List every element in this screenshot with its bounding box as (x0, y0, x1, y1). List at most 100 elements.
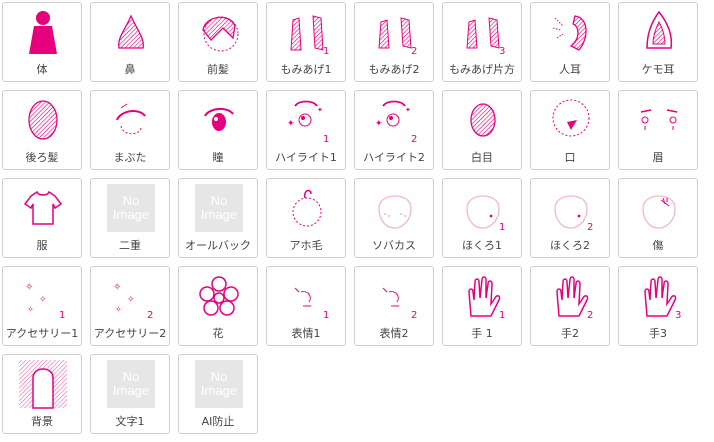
part-tile[interactable]: 2 ほくろ2 (530, 178, 610, 258)
part-tile[interactable]: まぶた (90, 90, 170, 170)
eye-white-icon (457, 96, 509, 144)
svg-text:✧: ✧ (127, 295, 135, 305)
part-tile-label: AI防止 (201, 415, 235, 428)
svg-text:1: 1 (499, 310, 505, 321)
part-tile[interactable]: 1 表情1 (266, 266, 346, 346)
part-tile[interactable]: 人耳 (530, 2, 610, 82)
svg-text:1: 1 (59, 310, 65, 321)
svg-text:2: 2 (411, 134, 417, 145)
part-tile-label: 手3 (649, 327, 667, 340)
part-tile-label: 手2 (561, 327, 579, 340)
part-tile-label: 服 (36, 239, 48, 252)
part-tile[interactable]: No Image 文字1 (90, 354, 170, 434)
part-tile[interactable]: No Image 二重 (90, 178, 170, 258)
svg-text:✧: ✧ (27, 305, 34, 314)
no-image-text: Image (112, 383, 150, 398)
no-image-placeholder-box: No Image (195, 184, 243, 232)
part-tile[interactable]: 服 (2, 178, 82, 258)
part-tile[interactable]: 瞳 (178, 90, 258, 170)
part-tile[interactable]: No Image AI防止 (178, 354, 258, 434)
svg-text:✦: ✦ (375, 119, 383, 129)
part-tile-label: 手 1 (471, 327, 493, 340)
sideburns-1-icon: 1 (281, 8, 333, 57)
no-image-placeholder: No Image (193, 360, 245, 408)
part-tile[interactable]: ✧ ✧ ✧ 1 アクセサリー1 (2, 266, 82, 346)
expression-2-icon: 2 (369, 272, 421, 321)
part-tile[interactable]: 後ろ髪 (2, 90, 82, 170)
part-tile[interactable]: 鼻 (90, 2, 170, 82)
part-tile-label: 鼻 (124, 63, 136, 76)
part-tile-label: ほくろ2 (550, 239, 590, 252)
part-tile[interactable]: ソバカス (354, 178, 434, 258)
part-tile[interactable]: 体 (2, 2, 82, 82)
accessory-1-icon: ✧ ✧ ✧ 1 (17, 272, 69, 321)
no-image-placeholder-box: No Image (107, 184, 155, 232)
part-tile-label: 前髪 (207, 63, 229, 76)
part-tile[interactable]: アホ毛 (266, 178, 346, 258)
hand-2-icon: 2 (545, 272, 597, 321)
svg-text:✦: ✦ (287, 119, 295, 129)
eyebrow-icon (633, 96, 685, 144)
no-image-placeholder: No Image (105, 360, 157, 408)
part-tile[interactable]: 3 手3 (618, 266, 698, 346)
svg-text:✧: ✧ (113, 282, 121, 293)
eyelid-icon (105, 96, 157, 144)
parts-grid: 体 鼻 前髪 1 もみあげ1 2 もみあげ2 3 もみあげ片方 人耳 ケモ耳 後ろ髪 まぶた 瞳 ✦ ✦ 1 ハイ… (2, 2, 712, 434)
part-tile[interactable]: 背景 (2, 354, 82, 434)
part-tile[interactable]: No Image オールバック (178, 178, 258, 258)
part-tile-label: 表情2 (379, 327, 409, 340)
part-tile[interactable]: ✧ ✧ ✧ 2 アクセサリー2 (90, 266, 170, 346)
svg-text:3: 3 (675, 310, 681, 321)
part-tile-label: ソバカス (372, 239, 416, 252)
part-tile[interactable]: 3 もみあげ片方 (442, 2, 522, 82)
part-tile[interactable]: 眉 (618, 90, 698, 170)
part-tile-label: 花 (212, 327, 224, 340)
accessory-2-icon: ✧ ✧ ✧ 2 (105, 272, 157, 321)
svg-text:1: 1 (499, 222, 505, 233)
part-tile-label: オールバック (185, 239, 251, 252)
part-tile[interactable]: 2 表情2 (354, 266, 434, 346)
part-tile[interactable]: 1 手 1 (442, 266, 522, 346)
part-tile[interactable]: 傷 (618, 178, 698, 258)
hand-1-icon: 1 (457, 272, 509, 321)
part-tile-label: 瞳 (212, 151, 224, 164)
sideburns-one-side-icon: 3 (457, 8, 509, 57)
part-tile[interactable]: 口 (530, 90, 610, 170)
svg-text:2: 2 (587, 222, 593, 233)
svg-text:✦: ✦ (317, 106, 323, 114)
no-image-text: Image (200, 207, 238, 222)
part-tile-label: アクセサリー2 (93, 327, 167, 340)
svg-text:2: 2 (411, 310, 417, 321)
part-tile[interactable]: 1 もみあげ1 (266, 2, 346, 82)
part-tile-label: 文字1 (115, 415, 145, 428)
expression-1-icon: 1 (281, 272, 333, 321)
part-tile[interactable]: ✦ ✦ 1 ハイライト1 (266, 90, 346, 170)
part-tile-label: もみあげ2 (368, 63, 420, 76)
part-tile[interactable]: ✦ ✦ 2 ハイライト2 (354, 90, 434, 170)
svg-text:✧: ✧ (25, 282, 33, 293)
part-tile-label: 人耳 (559, 63, 581, 76)
bangs-icon (193, 8, 245, 56)
part-tile[interactable]: 2 もみあげ2 (354, 2, 434, 82)
part-tile[interactable]: 1 ほくろ1 (442, 178, 522, 258)
part-tile-label: アクセサリー1 (5, 327, 79, 340)
highlight-2-icon: ✦ ✦ 2 (369, 96, 421, 145)
svg-text:✧: ✧ (39, 295, 47, 305)
highlight-1-icon: ✦ ✦ 1 (281, 96, 333, 145)
part-tile[interactable]: 花 (178, 266, 258, 346)
part-tile-label: 傷 (652, 239, 664, 252)
no-image-placeholder-box: No Image (195, 360, 243, 408)
part-tile[interactable]: 白目 (442, 90, 522, 170)
part-tile[interactable]: 2 手2 (530, 266, 610, 346)
no-image-text: Image (112, 207, 150, 222)
no-image-text: No (122, 369, 140, 384)
part-tile-label: まぶた (113, 151, 147, 164)
animal-ear-icon (633, 8, 685, 56)
part-tile-label: 体 (36, 63, 48, 76)
part-tile[interactable]: ケモ耳 (618, 2, 698, 82)
scar-icon (633, 184, 685, 232)
part-tile[interactable]: 前髪 (178, 2, 258, 82)
part-tile-label: 白目 (471, 151, 493, 164)
mole-2-icon: 2 (545, 184, 597, 233)
part-tile-label: アホ毛 (289, 239, 323, 252)
